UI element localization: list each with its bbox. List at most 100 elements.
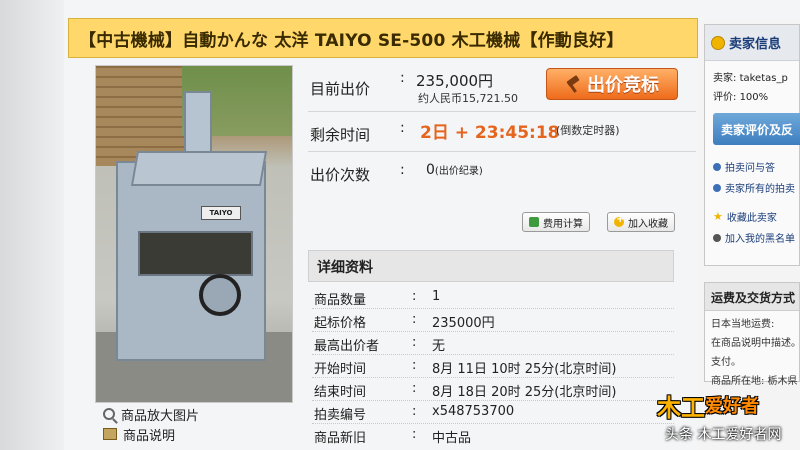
- details-header: 详细资料: [308, 250, 674, 282]
- remaining-colon: :: [400, 120, 405, 136]
- detail-value: x548753700: [432, 404, 515, 419]
- product-photo[interactable]: TAIYO: [95, 65, 293, 403]
- star-icon: ★: [713, 210, 723, 223]
- item-description-link[interactable]: 商品说明: [103, 424, 293, 444]
- seller-all-auctions-link[interactable]: 卖家所有的拍卖: [705, 174, 799, 195]
- fee-calc-label: 费用计算: [543, 218, 583, 230]
- photo-handwheel: [199, 274, 241, 316]
- bid-count-label: 出价次数: [310, 166, 371, 184]
- bid-count-value: 0: [426, 162, 435, 178]
- book-icon: [103, 428, 117, 440]
- detail-key: 起标价格: [314, 316, 367, 331]
- bullet-icon: [713, 183, 721, 192]
- enlarge-photo-label: 商品放大图片: [121, 408, 200, 424]
- blacklist-label: 加入我的黑名单: [725, 234, 795, 245]
- price-colon: :: [400, 70, 405, 86]
- rating-value: 100%: [739, 92, 769, 103]
- watermark-logo-main: 木工: [657, 393, 705, 422]
- seller-name-line: 卖家: taketas_p: [705, 61, 799, 84]
- follow-seller-label: 收藏此卖家: [726, 213, 777, 224]
- bid-button[interactable]: 出价竞标: [546, 68, 678, 100]
- watermark-logo-text: 爱好者: [705, 396, 759, 417]
- magnifier-icon: [103, 408, 115, 420]
- detail-colon: :: [412, 404, 417, 419]
- detail-colon: :: [412, 312, 417, 327]
- blacklist-link[interactable]: 加入我的黑名单: [705, 224, 799, 245]
- bullet-icon: [713, 162, 721, 171]
- shipping-line: 商品所在地: 栃木県: [711, 376, 798, 387]
- current-price-label: 目前出价: [310, 80, 371, 98]
- detail-key: 商品新旧: [314, 431, 367, 446]
- seller-name[interactable]: taketas_p: [740, 73, 788, 84]
- shipping-box: 运费及交货方式 日本当地运费: 在商品说明中描述。 支付。 商品所在地: 栃木県: [704, 282, 800, 387]
- countdown-note: (倒数定时器): [556, 124, 620, 137]
- detail-value: 1: [432, 289, 441, 304]
- blacklist-icon: [713, 233, 721, 242]
- detail-row-start-price: 起标价格 : 235000円: [312, 310, 674, 332]
- remaining-time-row: 剩余时间 : 2日 + 23:45:18 (倒数定时器): [308, 112, 696, 152]
- detail-key: 结束时间: [314, 385, 367, 400]
- watermark-logo: 木工 爱好者: [657, 390, 797, 422]
- seller-review-button[interactable]: 卖家评价及反: [713, 113, 800, 145]
- add-favorite-icon: [614, 214, 624, 227]
- detail-value: 8月 11日 10时 25分(北京时间): [432, 362, 617, 377]
- detail-value: 235000円: [432, 316, 495, 331]
- shipping-header: 运费及交货方式: [705, 283, 799, 311]
- seller-rating-line: 评价: 100%: [705, 84, 799, 103]
- detail-value: 无: [432, 339, 446, 354]
- detail-colon: :: [412, 289, 417, 304]
- enlarge-photo-link[interactable]: 商品放大图片: [103, 404, 293, 424]
- seller-label: 卖家:: [713, 73, 737, 84]
- photo-machine-top: [130, 151, 268, 186]
- auction-page: 【中古機械】自動かんな 太洋 TAIYO SE-500 木工機械【作動良好】 T…: [0, 0, 800, 450]
- detail-value: 中古品: [432, 431, 472, 446]
- bid-count-group: 0(出价纪录): [426, 162, 483, 178]
- bid-history-link[interactable]: (出价纪录): [435, 166, 483, 177]
- detail-row-start-time: 开始时间 : 8月 11日 10时 25分(北京时间): [312, 356, 674, 378]
- rating-label: 评价:: [713, 92, 737, 103]
- detail-row-top-bidder: 最高出价者 : 无: [312, 333, 674, 355]
- detail-colon: :: [412, 427, 417, 442]
- remaining-time-value: 2日 + 23:45:18: [420, 123, 560, 143]
- detail-row-auction-id: 拍卖编号 : x548753700: [312, 402, 674, 424]
- auction-info-panel: 目前出价 : 235,000円 约人民币15,721.50 出价竞标 剩余时间 …: [308, 66, 696, 200]
- bids-colon: :: [400, 162, 405, 178]
- gavel-icon: [565, 76, 581, 92]
- add-favorite-label: 加入收藏: [628, 218, 668, 230]
- screen-edge: [0, 0, 64, 450]
- current-price-row: 目前出价 : 235,000円 约人民币15,721.50 出价竞标: [308, 66, 696, 112]
- seller-info-box: 卖家信息 卖家: taketas_p 评价: 100% 卖家评价及反 拍卖问与答…: [704, 24, 800, 266]
- shipping-line: 支付。: [711, 357, 741, 368]
- seller-all-auctions-label: 卖家所有的拍卖: [725, 184, 795, 195]
- detail-row-end-time: 结束时间 : 8月 18日 20时 25分(北京时间): [312, 379, 674, 401]
- detail-colon: :: [412, 358, 417, 373]
- seller-qa-link[interactable]: 拍卖问与答: [705, 145, 799, 174]
- photo-nameplate: TAIYO: [201, 206, 241, 220]
- seller-qa-label: 拍卖问与答: [725, 163, 775, 174]
- watermark-caption: 头条 木工爱好者网: [665, 427, 782, 443]
- detail-colon: :: [412, 335, 417, 350]
- item-title-bar: 【中古機械】自動かんな 太洋 TAIYO SE-500 木工機械【作動良好】: [68, 18, 698, 58]
- bid-button-label: 出价竞标: [587, 75, 659, 96]
- detail-colon: :: [412, 381, 417, 396]
- detail-key: 最高出价者: [314, 339, 380, 354]
- detail-row-quantity: 商品数量 : 1: [312, 287, 674, 309]
- remaining-time-label: 剩余时间: [310, 126, 371, 144]
- photo-links: 商品放大图片 商品说明: [103, 404, 293, 444]
- fee-calc-button[interactable]: 费用计算: [522, 212, 590, 232]
- shipping-line: 在商品说明中描述。: [711, 338, 800, 349]
- detail-key: 开始时间: [314, 362, 367, 377]
- bid-count-row: 出价次数 : 0(出价纪录): [308, 152, 696, 192]
- shipping-line: 日本当地运费:: [711, 319, 775, 330]
- seller-info-header: 卖家信息: [705, 25, 799, 61]
- seller-info-title: 卖家信息: [729, 37, 782, 52]
- photo-machine-opening: [138, 231, 253, 276]
- detail-row-condition: 商品新旧 : 中古品: [312, 425, 674, 447]
- item-title: 【中古機械】自動かんな 太洋 TAIYO SE-500 木工機械【作動良好】: [79, 30, 624, 51]
- price-rmb: 约人民币15,721.50: [418, 92, 518, 105]
- follow-seller-link[interactable]: ★ 收藏此卖家: [705, 195, 799, 224]
- seller-icon: [711, 35, 725, 50]
- add-favorite-button[interactable]: 加入收藏: [607, 212, 675, 232]
- detail-key: 商品数量: [314, 293, 367, 308]
- calculator-icon: [529, 217, 539, 227]
